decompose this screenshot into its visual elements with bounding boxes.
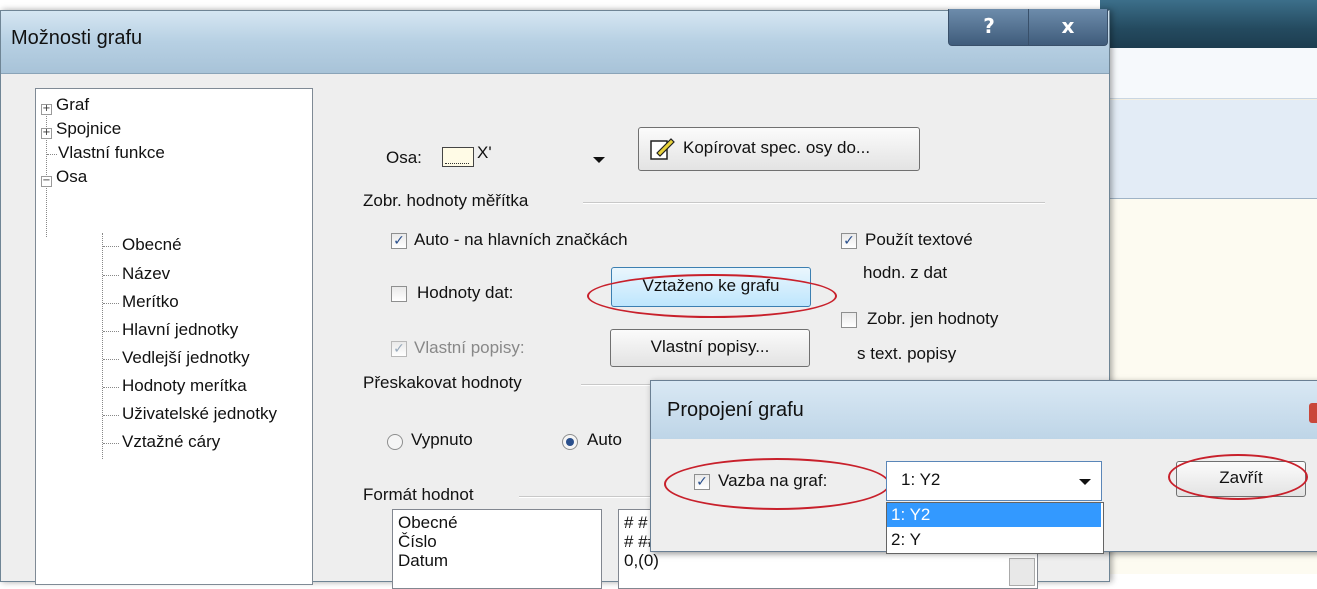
tree-line xyxy=(103,359,119,360)
tree-item-vedlejsi-jednotky[interactable]: Vedlejší jednotky xyxy=(122,348,250,368)
only-text-values-label-1: Zobr. jen hodnoty xyxy=(867,309,999,328)
tree-item-obecne[interactable]: Obecné xyxy=(122,235,182,255)
tree-item-hodnoty-meritka[interactable]: Hodnoty merítka xyxy=(122,376,247,396)
skip-auto-radio[interactable] xyxy=(562,434,578,450)
axis-value: X' xyxy=(477,143,492,162)
skip-values-group-title: Přeskakovat hodnoty xyxy=(363,373,522,392)
scale-values-group-title: Zobr. hodnoty měřítka xyxy=(363,191,529,210)
expand-icon[interactable]: + xyxy=(41,104,52,115)
options-tree[interactable]: + Graf + Spojnice Vlastní funkce − Osa O… xyxy=(35,88,313,585)
copy-axis-label: Kopírovat spec. osy do... xyxy=(683,138,871,157)
highlight-annotation xyxy=(587,274,837,318)
help-button[interactable]: ? xyxy=(948,9,1030,46)
chevron-down-icon xyxy=(593,157,605,163)
skip-auto-label: Auto xyxy=(587,430,622,449)
list-item[interactable]: # # xyxy=(624,513,648,533)
option-item[interactable]: 2: Y xyxy=(887,528,1101,552)
tree-item-uzivatelske-jednotky[interactable]: Uživatelské jednotky xyxy=(122,404,277,424)
edit-icon xyxy=(649,136,675,160)
tree-item-hlavni-jednotky[interactable]: Hlavní jednotky xyxy=(122,320,238,340)
tree-line xyxy=(103,387,119,388)
collapse-icon[interactable]: − xyxy=(41,176,52,187)
tree-line xyxy=(47,154,57,155)
tree-item-osa[interactable]: Osa xyxy=(56,167,87,187)
dialog-titlebar: Možnosti grafu xyxy=(1,11,1109,74)
tree-item-graf[interactable]: Graf xyxy=(56,95,89,115)
expand-icon[interactable]: + xyxy=(41,128,52,139)
auto-major-label: Auto - na hlavních značkách xyxy=(414,230,628,249)
link-dialog-titlebar: Propojení grafu xyxy=(651,381,1317,439)
close-icon[interactable] xyxy=(1309,403,1317,423)
tree-line xyxy=(103,443,119,444)
custom-labels-label: Vlastní popisy: xyxy=(414,338,525,357)
chart-link-value: 1: Y2 xyxy=(901,470,941,489)
option-item[interactable]: 1: Y2 xyxy=(887,503,1101,527)
tree-item-meritko[interactable]: Merítko xyxy=(122,292,179,312)
custom-labels-checkbox[interactable]: ✓ xyxy=(391,341,407,357)
chart-link-select[interactable]: 1: Y2 xyxy=(886,461,1102,501)
close-button[interactable]: x xyxy=(1028,9,1108,46)
list-item[interactable]: Číslo xyxy=(398,532,437,552)
highlight-annotation xyxy=(664,458,890,510)
highlight-annotation xyxy=(1168,454,1308,500)
tree-item-vlastni-funkce[interactable]: Vlastní funkce xyxy=(58,143,165,163)
tree-line xyxy=(103,331,119,332)
data-values-checkbox[interactable] xyxy=(391,286,407,302)
chart-link-options[interactable]: 1: Y2 2: Y xyxy=(886,502,1104,554)
only-text-values-label-2: s text. popisy xyxy=(857,344,957,363)
tree-line xyxy=(102,233,103,459)
use-text-values-label-2: hodn. z dat xyxy=(863,263,948,282)
group-separator xyxy=(519,496,659,498)
group-separator xyxy=(583,202,1045,204)
skip-off-radio[interactable] xyxy=(387,434,403,450)
custom-labels-button[interactable]: Vlastní popisy... xyxy=(610,329,810,367)
tree-line xyxy=(103,303,119,304)
tree-line xyxy=(103,415,119,416)
scrollbar-grip[interactable] xyxy=(1009,558,1035,586)
use-text-values-label-1: Použít textové xyxy=(865,230,973,249)
use-text-values-checkbox[interactable]: ✓ xyxy=(841,233,857,249)
background-panel xyxy=(1100,100,1317,199)
copy-axis-button[interactable]: Kopírovat spec. osy do... xyxy=(638,127,920,171)
tree-item-vztazne-cary[interactable]: Vztažné cáry xyxy=(122,432,220,452)
data-values-label: Hodnoty dat: xyxy=(417,283,514,302)
link-dialog-title: Propojení grafu xyxy=(667,399,804,421)
auto-major-checkbox[interactable]: ✓ xyxy=(391,233,407,249)
tree-line xyxy=(103,246,119,247)
tree-line xyxy=(103,275,119,276)
axis-icon xyxy=(442,147,474,167)
axis-label: Osa: xyxy=(386,148,422,167)
axis-select[interactable]: X' xyxy=(439,137,615,177)
only-text-values-checkbox[interactable] xyxy=(841,312,857,328)
format-group-title: Formát hodnot xyxy=(363,485,474,504)
list-item[interactable]: 0,(0) xyxy=(624,551,659,571)
format-type-list[interactable]: Obecné Číslo Datum xyxy=(392,509,602,589)
skip-off-label: Vypnuto xyxy=(411,430,473,449)
dialog-title: Možnosti grafu xyxy=(11,27,143,49)
chevron-down-icon xyxy=(1079,479,1091,485)
background-toolbar xyxy=(1100,48,1317,99)
list-item[interactable]: Datum xyxy=(398,551,448,571)
tree-item-nazev[interactable]: Název xyxy=(122,264,170,284)
tree-item-spojnice[interactable]: Spojnice xyxy=(56,119,121,139)
list-item[interactable]: Obecné xyxy=(398,513,458,533)
background-titlebar xyxy=(1100,0,1317,48)
